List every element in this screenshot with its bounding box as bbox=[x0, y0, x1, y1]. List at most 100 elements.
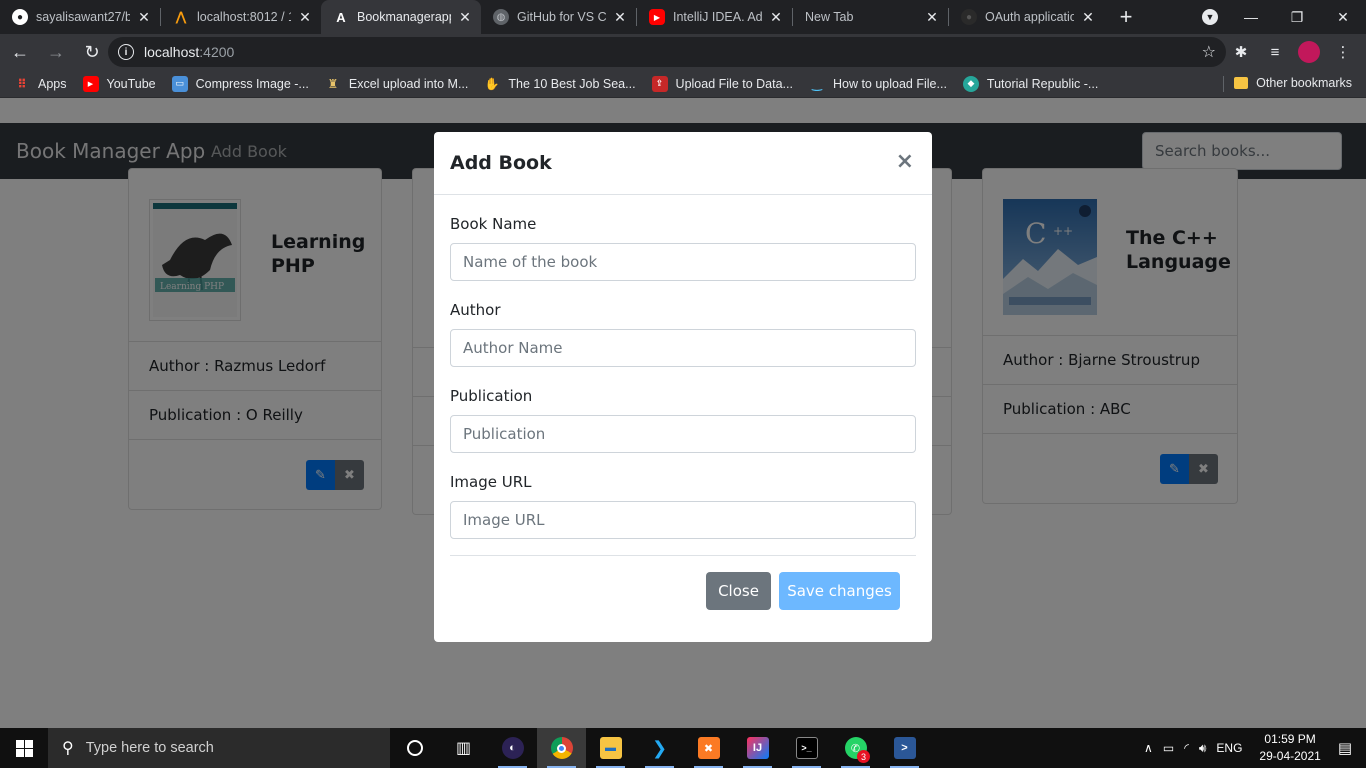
taskbar-search-box[interactable]: ⚲ Type here to search bbox=[48, 728, 390, 768]
hand-icon: ✋ bbox=[484, 76, 500, 91]
youtube-icon: ▶ bbox=[82, 75, 99, 92]
eclipse-icon[interactable]: ◐ bbox=[488, 728, 537, 768]
taskbar-search-placeholder: Type here to search bbox=[85, 740, 214, 756]
new-tab-button[interactable]: + bbox=[1112, 0, 1140, 34]
bookmark-label: Tutorial Republic -... bbox=[986, 76, 1099, 91]
bookmark-job-search[interactable]: ✋ The 10 Best Job Sea... bbox=[484, 76, 636, 92]
bookmark-label: Apps bbox=[38, 76, 67, 91]
bookmark-star-icon[interactable]: ☆ bbox=[1202, 42, 1216, 62]
tab-title: Bookmanagerapp bbox=[357, 10, 451, 24]
tr-icon: ◆ bbox=[962, 75, 979, 92]
clock[interactable]: 01:59 PM 29-04-2021 bbox=[1259, 731, 1320, 765]
tab-oauth[interactable]: ● OAuth application ✕ bbox=[949, 0, 1104, 34]
bookmark-excel-upload[interactable]: ♜ Excel upload into M... bbox=[325, 76, 469, 92]
terminal-icon[interactable]: >_ bbox=[782, 728, 831, 768]
bookmark-label: The 10 Best Job Sea... bbox=[508, 76, 636, 91]
tab-intellij-youtube[interactable]: ▶ IntelliJ IDEA. Addi ✕ bbox=[637, 0, 792, 34]
back-arrow-icon[interactable]: ← bbox=[4, 36, 36, 68]
media-queue-icon[interactable]: ≡ bbox=[1260, 37, 1290, 67]
bookmark-upload-file-data[interactable]: ⇪ Upload File to Data... bbox=[651, 75, 793, 92]
bookmark-label: YouTube bbox=[106, 76, 156, 91]
close-tab-icon[interactable]: ✕ bbox=[612, 9, 628, 26]
page-viewport: Book Manager App Add Book Learning PHP L… bbox=[0, 98, 1366, 728]
publication-label: Publication bbox=[450, 387, 533, 405]
bookmarks-bar: ⠿ Apps ▶ YouTube ▭ Compress Image -... ♜… bbox=[0, 70, 1366, 98]
close-tab-icon[interactable]: ✕ bbox=[924, 9, 940, 26]
close-tab-icon[interactable]: ✕ bbox=[136, 9, 152, 26]
windows-start-icon[interactable] bbox=[0, 728, 48, 768]
search-icon: ⚲ bbox=[62, 740, 74, 757]
minimize-icon[interactable]: — bbox=[1228, 9, 1274, 25]
tab-search-icon[interactable]: ▼ bbox=[1202, 9, 1218, 25]
restore-icon[interactable]: ❐ bbox=[1274, 9, 1320, 26]
close-button[interactable]: Close bbox=[706, 572, 771, 610]
close-window-icon[interactable]: ✕ bbox=[1320, 9, 1366, 26]
book-name-label: Book Name bbox=[450, 215, 537, 233]
other-bookmarks-label: Other bookmarks bbox=[1256, 76, 1352, 90]
whatsapp-icon[interactable]: ✆ 3 bbox=[831, 728, 880, 768]
language-indicator[interactable]: ENG bbox=[1216, 741, 1242, 755]
chevron-up-icon[interactable]: ∧ bbox=[1144, 741, 1153, 755]
bookmark-tutorial-republic[interactable]: ◆ Tutorial Republic -... bbox=[962, 75, 1099, 92]
tab-phpmyadmin[interactable]: ⋀ localhost:8012 / 1 ✕ bbox=[161, 0, 321, 34]
image-url-label: Image URL bbox=[450, 473, 532, 491]
volume-icon[interactable]: 🔊︎ bbox=[1199, 741, 1207, 756]
author-label: Author bbox=[450, 301, 501, 319]
address-bar[interactable]: i localhost:4200 ☆ bbox=[108, 37, 1226, 67]
file-explorer-icon[interactable]: ▬ bbox=[586, 728, 635, 768]
action-center-icon[interactable]: ▤ bbox=[1338, 739, 1352, 757]
bookmark-youtube[interactable]: ▶ YouTube bbox=[82, 75, 156, 92]
save-changes-button[interactable]: Save changes bbox=[779, 572, 900, 610]
bookmark-label: Excel upload into M... bbox=[348, 76, 469, 91]
windows-taskbar: ⚲ Type here to search ▥ ◐ ▬ ❯ ✖ IJ >_ ✆ 3… bbox=[0, 728, 1366, 768]
xampp-icon[interactable]: ✖ bbox=[684, 728, 733, 768]
profile-avatar[interactable] bbox=[1298, 41, 1320, 63]
cortana-icon[interactable] bbox=[390, 728, 439, 768]
image-url-input[interactable] bbox=[450, 501, 916, 539]
other-bookmarks[interactable]: Other bookmarks bbox=[1234, 76, 1352, 90]
author-input[interactable] bbox=[450, 329, 916, 367]
close-tab-icon[interactable]: ✕ bbox=[768, 9, 784, 26]
forward-arrow-icon[interactable]: → bbox=[40, 36, 72, 68]
tab-github-vscode[interactable]: ◍ GitHub for VS Co ✕ bbox=[481, 0, 636, 34]
folder-icon bbox=[1234, 77, 1249, 89]
browser-toolbar: ← → ↻ i localhost:4200 ☆ ✱ ≡ ⋮ bbox=[0, 34, 1366, 70]
publication-input[interactable] bbox=[450, 415, 916, 453]
powershell-icon[interactable]: > bbox=[880, 728, 929, 768]
url-port: :4200 bbox=[199, 44, 235, 60]
add-book-modal: Add Book × Book Name Author Publication … bbox=[434, 132, 932, 642]
tab-bookmanagerapp[interactable]: A Bookmanagerapp ✕ bbox=[321, 0, 481, 34]
tab-new-tab[interactable]: New Tab ✕ bbox=[793, 0, 948, 34]
bookmark-apps[interactable]: ⠿ Apps bbox=[14, 76, 67, 92]
image-icon: ▭ bbox=[171, 75, 188, 92]
close-tab-icon[interactable]: ✕ bbox=[297, 9, 313, 26]
browser-tab-strip: ● sayalisawant27/b ✕ ⋀ localhost:8012 / … bbox=[0, 0, 1366, 34]
chrome-icon[interactable] bbox=[537, 728, 586, 768]
wifi-icon[interactable]: ◜ bbox=[1184, 741, 1189, 755]
tab-title: OAuth application bbox=[985, 10, 1074, 24]
intellij-icon[interactable]: IJ bbox=[733, 728, 782, 768]
book-name-input[interactable] bbox=[450, 243, 916, 281]
close-tab-icon[interactable]: ✕ bbox=[1080, 9, 1096, 26]
bookmark-label: Upload File to Data... bbox=[675, 76, 793, 91]
site-info-icon[interactable]: i bbox=[118, 44, 134, 60]
task-view-icon[interactable]: ▥ bbox=[439, 728, 488, 768]
bookmark-how-to-upload[interactable]: ‿ How to upload File... bbox=[809, 76, 947, 92]
battery-icon[interactable]: ▭ bbox=[1163, 741, 1174, 755]
modal-divider bbox=[450, 555, 916, 556]
phpmyadmin-icon: ⋀ bbox=[175, 9, 187, 24]
close-tab-icon[interactable]: ✕ bbox=[457, 9, 473, 26]
bookmark-label: How to upload File... bbox=[832, 76, 947, 91]
menu-kebab-icon[interactable]: ⋮ bbox=[1328, 37, 1358, 67]
tab-github-repo[interactable]: ● sayalisawant27/b ✕ bbox=[0, 0, 160, 34]
close-icon[interactable]: × bbox=[896, 149, 914, 174]
trophy-icon: ♜ bbox=[327, 76, 339, 91]
tab-title: New Tab bbox=[805, 10, 854, 24]
extensions-puzzle-icon[interactable]: ✱ bbox=[1226, 37, 1256, 67]
apps-grid-icon: ⠿ bbox=[17, 76, 27, 91]
bookmark-compress-image[interactable]: ▭ Compress Image -... bbox=[171, 75, 309, 92]
reload-icon[interactable]: ↻ bbox=[76, 36, 108, 68]
clock-date: 29-04-2021 bbox=[1259, 749, 1321, 763]
vscode-icon[interactable]: ❯ bbox=[635, 728, 684, 768]
bookmark-label: Compress Image -... bbox=[195, 76, 309, 91]
